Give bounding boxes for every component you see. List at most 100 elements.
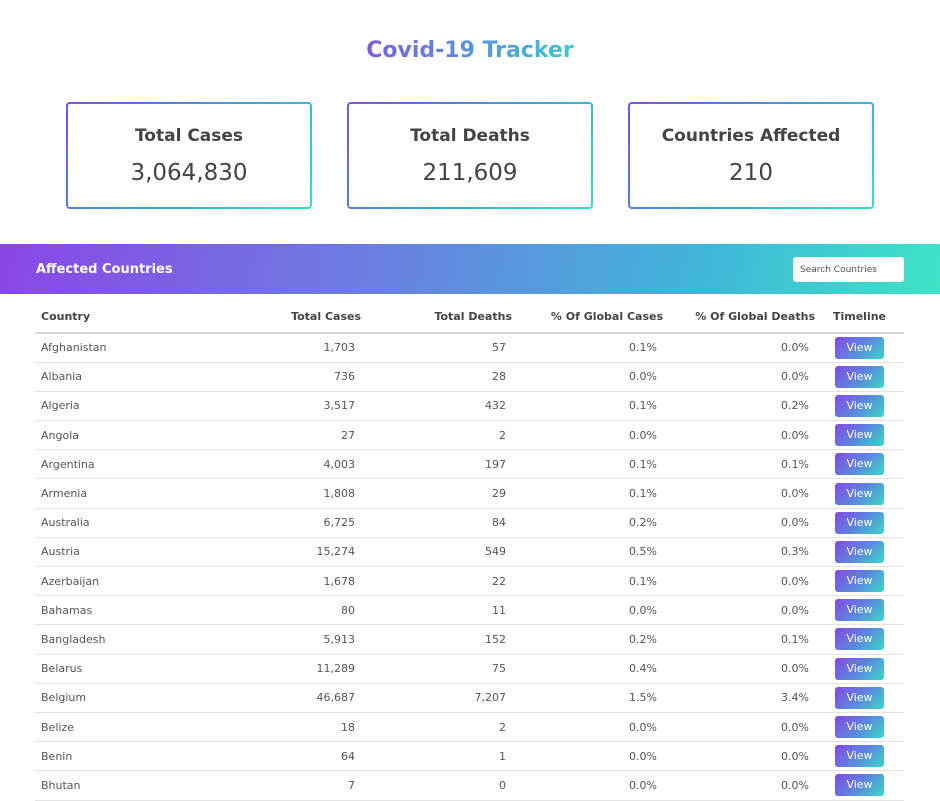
cell-total-cases: 18: [215, 712, 361, 743]
view-timeline-button[interactable]: View: [835, 599, 884, 622]
view-timeline-button[interactable]: View: [835, 540, 884, 563]
cell-country: Argentina: [35, 449, 215, 480]
cell-total-deaths: 2: [361, 420, 512, 451]
cell-global-deaths: 0.0%: [663, 333, 815, 363]
cell-total-cases: 80: [215, 595, 361, 626]
cell-global-cases: 0.4%: [512, 654, 663, 684]
cell-country: Bangladesh: [35, 624, 215, 655]
cell-timeline: View: [815, 595, 904, 626]
view-timeline-button[interactable]: View: [835, 453, 884, 476]
cell-total-cases: 46,687: [215, 683, 361, 713]
cell-total-cases: 1,703: [215, 333, 361, 363]
cell-global-deaths: 0.0%: [663, 654, 815, 684]
cell-global-deaths: 0.0%: [663, 478, 815, 509]
table-row: Bhutan 7 0 0.0% 0.0% View: [35, 770, 904, 801]
cell-total-deaths: 22: [361, 566, 512, 597]
view-timeline-button[interactable]: View: [835, 657, 884, 680]
cell-country: Belize: [35, 712, 215, 743]
table-row: Benin 64 1 0.0% 0.0% View: [35, 741, 904, 772]
cell-global-cases: 0.2%: [512, 624, 663, 655]
cell-country: Benin: [35, 741, 215, 772]
cell-timeline: View: [815, 624, 904, 655]
cell-timeline: View: [815, 741, 904, 772]
cell-total-deaths: 152: [361, 624, 512, 655]
cell-total-deaths: 84: [361, 508, 512, 538]
cell-global-cases: 0.0%: [512, 420, 663, 451]
cell-total-deaths: 549: [361, 537, 512, 568]
cell-total-cases: 1,808: [215, 478, 361, 509]
cell-global-deaths: 0.0%: [663, 741, 815, 772]
cell-total-cases: 5,913: [215, 624, 361, 655]
table-row: Bahamas 80 11 0.0% 0.0% View: [35, 595, 904, 626]
cell-country: Algeria: [35, 391, 215, 422]
view-timeline-button[interactable]: View: [835, 365, 884, 388]
view-timeline-button[interactable]: View: [835, 570, 884, 593]
view-timeline-button[interactable]: View: [835, 336, 884, 359]
view-timeline-button[interactable]: View: [835, 394, 884, 417]
cell-country: Albania: [35, 362, 215, 392]
cell-total-cases: 1,678: [215, 566, 361, 597]
cell-global-cases: 0.1%: [512, 391, 663, 422]
cell-country: Bahamas: [35, 595, 215, 626]
cell-timeline: View: [815, 537, 904, 568]
stat-card-countries-affected: Countries Affected 210: [628, 102, 874, 209]
cell-timeline: View: [815, 566, 904, 597]
cell-total-cases: 3,517: [215, 391, 361, 422]
cell-country: Belgium: [35, 683, 215, 713]
view-timeline-button[interactable]: View: [835, 745, 884, 768]
table-row: Argentina 4,003 197 0.1% 0.1% View: [35, 449, 904, 480]
cell-global-cases: 0.0%: [512, 770, 663, 801]
cell-global-deaths: 0.2%: [663, 391, 815, 422]
countries-table: Country Total Cases Total Deaths % Of Gl…: [35, 300, 904, 801]
cell-global-deaths: 0.0%: [663, 566, 815, 597]
cell-total-deaths: 29: [361, 478, 512, 509]
cell-total-deaths: 11: [361, 595, 512, 626]
cell-global-cases: 0.0%: [512, 712, 663, 743]
section-title: Affected Countries: [36, 262, 173, 277]
cell-global-deaths: 0.0%: [663, 712, 815, 743]
cell-global-deaths: 0.0%: [663, 420, 815, 451]
view-timeline-button[interactable]: View: [835, 424, 884, 447]
cell-total-deaths: 0: [361, 770, 512, 801]
page-title-text: Covid-19 Tracker: [366, 38, 574, 63]
view-timeline-button[interactable]: View: [835, 628, 884, 651]
stat-card-total-cases: Total Cases 3,064,830: [66, 102, 312, 209]
cell-timeline: View: [815, 391, 904, 422]
cell-global-deaths: 0.0%: [663, 770, 815, 801]
cell-total-cases: 7: [215, 770, 361, 801]
cell-country: Australia: [35, 508, 215, 538]
cell-country: Azerbaijan: [35, 566, 215, 597]
column-header-global-cases: % Of Global Cases: [512, 300, 663, 334]
table-row: Austria 15,274 549 0.5% 0.3% View: [35, 537, 904, 568]
stat-value: 211,609: [422, 160, 518, 186]
stat-label: Countries Affected: [661, 126, 841, 146]
cell-global-deaths: 0.0%: [663, 508, 815, 538]
view-timeline-button[interactable]: View: [835, 716, 884, 739]
view-timeline-button[interactable]: View: [835, 482, 884, 505]
cell-timeline: View: [815, 420, 904, 451]
stat-value: 3,064,830: [130, 160, 248, 186]
search-countries-input[interactable]: [793, 257, 904, 282]
cell-timeline: View: [815, 683, 904, 713]
stat-label: Total Deaths: [410, 126, 530, 146]
table-row: Angola 27 2 0.0% 0.0% View: [35, 420, 904, 451]
cell-country: Afghanistan: [35, 333, 215, 363]
table-row: Armenia 1,808 29 0.1% 0.0% View: [35, 478, 904, 509]
affected-countries-header: Affected Countries: [0, 244, 940, 294]
table-row: Bangladesh 5,913 152 0.2% 0.1% View: [35, 624, 904, 655]
column-header-total-cases: Total Cases: [215, 300, 361, 334]
cell-global-cases: 0.0%: [512, 362, 663, 392]
column-header-total-deaths: Total Deaths: [361, 300, 512, 334]
cell-total-deaths: 7,207: [361, 683, 512, 713]
cell-timeline: View: [815, 712, 904, 743]
cell-global-cases: 0.5%: [512, 537, 663, 568]
cell-global-cases: 0.1%: [512, 333, 663, 363]
table-row: Belize 18 2 0.0% 0.0% View: [35, 712, 904, 743]
cell-total-deaths: 2: [361, 712, 512, 743]
view-timeline-button[interactable]: View: [835, 511, 884, 534]
cell-country: Austria: [35, 537, 215, 568]
page-title: Covid-19 Tracker: [0, 38, 940, 63]
view-timeline-button[interactable]: View: [835, 774, 884, 797]
cell-total-deaths: 28: [361, 362, 512, 392]
view-timeline-button[interactable]: View: [835, 686, 884, 709]
